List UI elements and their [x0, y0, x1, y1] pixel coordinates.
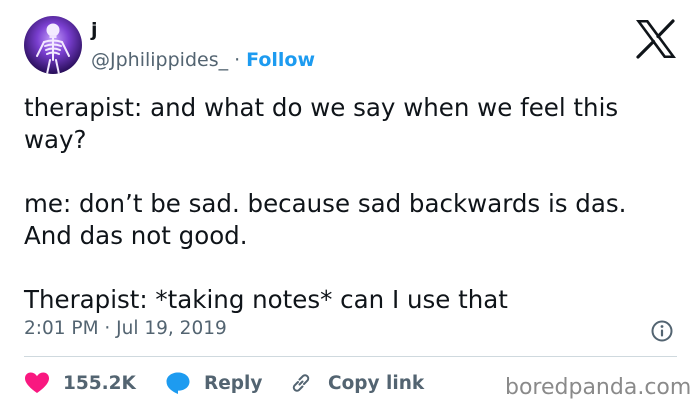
tweet-paragraph: Therapist: *taking notes* can I use that	[24, 285, 508, 314]
x-logo-icon[interactable]	[634, 19, 678, 59]
divider	[24, 356, 677, 357]
heart-icon	[25, 372, 49, 393]
skeleton-image	[36, 23, 70, 74]
info-icon[interactable]	[650, 319, 674, 343]
like-button[interactable]: 155.2K	[24, 370, 136, 396]
copy-link-label: Copy link	[328, 372, 425, 394]
reply-button[interactable]: Reply	[165, 370, 262, 396]
reply-label: Reply	[204, 372, 263, 394]
follow-button[interactable]: Follow	[246, 49, 315, 71]
author-handle[interactable]: @Jphilippides_	[91, 49, 228, 71]
watermark: boredpanda.com	[505, 375, 692, 400]
tweet-timestamp[interactable]: 2:01 PM · Jul 19, 2019	[24, 317, 227, 341]
separator-dot: ·	[234, 49, 241, 71]
author-handle-row: @Jphilippides_ · Follow	[91, 48, 315, 72]
copy-link-button[interactable]: Copy link	[289, 370, 424, 396]
speech-bubble-icon	[166, 372, 190, 394]
author-name[interactable]: j	[91, 18, 98, 42]
tweet-paragraph: me: don’t be sad. because sad backwards …	[24, 189, 627, 250]
tweet-text: therapist: and what do we say when we fe…	[24, 92, 674, 316]
like-count: 155.2K	[63, 372, 136, 394]
link-icon	[292, 374, 310, 392]
avatar[interactable]	[24, 16, 82, 74]
tweet-paragraph: therapist: and what do we say when we fe…	[24, 93, 619, 154]
